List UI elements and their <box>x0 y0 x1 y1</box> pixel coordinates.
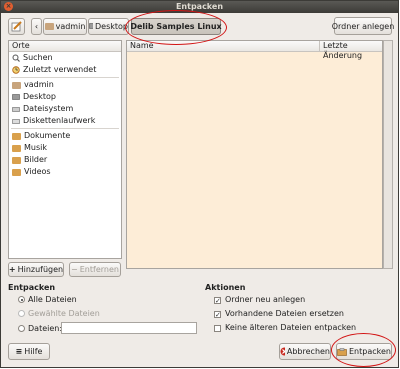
checkbox-overwrite-label[interactable]: Vorhandene Dateien ersetzen <box>225 309 344 318</box>
radio-selected-files-label[interactable]: Gewählte Dateien <box>28 309 100 318</box>
checkbox-create-folders-label[interactable]: Ordner neu anlegen <box>225 295 305 304</box>
breadcrumb-desktop[interactable]: Desktop <box>88 18 129 35</box>
extract-section-title: Entpacken <box>8 283 56 292</box>
radio-all-files[interactable] <box>18 296 25 303</box>
places-sidebar: Orte Suchen Zuletzt verwendet vadmin Des… <box>8 40 122 259</box>
breadcrumb-vadmin[interactable]: vadmin <box>43 18 87 35</box>
radio-all-files-label[interactable]: Alle Dateien <box>28 295 77 304</box>
folder-icon <box>12 144 21 152</box>
place-item-documents[interactable]: Dokumente <box>9 130 121 142</box>
desktop-icon <box>12 93 20 100</box>
column-last-modified[interactable]: Letzte Änderung <box>320 41 382 60</box>
actions-section-title: Aktionen <box>205 283 246 292</box>
window-title: Entpacken <box>175 2 224 11</box>
help-icon: ≡ <box>15 347 23 356</box>
recent-icon <box>12 66 20 74</box>
separator <box>11 77 119 78</box>
cancel-button[interactable]: Abbrechen <box>279 343 331 360</box>
place-item-search[interactable]: Suchen <box>9 52 121 64</box>
desktop-icon <box>89 23 93 29</box>
place-item-desktop[interactable]: Desktop <box>9 91 121 103</box>
title-bar: × Entpacken <box>1 1 398 13</box>
help-button[interactable]: ≡ Hilfe <box>8 343 50 360</box>
file-list-header: Name Letzte Änderung <box>127 41 382 60</box>
folder-icon <box>12 156 21 164</box>
remove-place-button[interactable]: − Entfernen <box>69 262 121 277</box>
breadcrumb-current-folder[interactable]: Delib Samples Linux <box>130 18 222 35</box>
radio-files[interactable] <box>18 325 25 332</box>
place-item-vadmin[interactable]: vadmin <box>9 79 121 91</box>
drive-icon <box>12 106 20 112</box>
search-icon <box>12 54 20 62</box>
place-item-music[interactable]: Musik <box>9 142 121 154</box>
place-item-filesystem[interactable]: Dateisystem <box>9 103 121 115</box>
minus-icon: − <box>71 265 78 274</box>
checkbox-no-older[interactable] <box>214 325 221 332</box>
place-item-recent[interactable]: Zuletzt verwendet <box>9 64 121 76</box>
checkbox-no-older-label[interactable]: Keine älteren Dateien entpacken <box>225 323 356 332</box>
cancel-icon <box>280 347 285 356</box>
extract-archive-icon <box>337 347 347 356</box>
place-item-videos[interactable]: Videos <box>9 166 121 178</box>
extract-button[interactable]: Entpacken <box>336 343 392 360</box>
plus-icon: + <box>8 265 16 274</box>
folder-icon <box>12 132 21 140</box>
home-folder-icon <box>12 81 21 89</box>
add-place-button[interactable]: + Hinzufügen <box>8 262 64 277</box>
column-name[interactable]: Name <box>127 41 320 51</box>
close-icon[interactable]: × <box>4 2 13 11</box>
edit-location-button[interactable] <box>8 18 25 35</box>
radio-selected-files[interactable] <box>18 310 25 317</box>
folder-icon <box>12 168 21 176</box>
radio-files-label[interactable]: Dateien: <box>28 324 62 333</box>
checkbox-overwrite[interactable]: ✓ <box>214 311 221 319</box>
place-item-pictures[interactable]: Bilder <box>9 154 121 166</box>
file-list-scrollbar[interactable] <box>383 40 393 269</box>
files-pattern-input[interactable] <box>61 322 197 334</box>
extract-dialog: × Entpacken ‹ vadmin Desktop Delib Sampl… <box>0 0 399 368</box>
place-item-floppy[interactable]: Diskettenlaufwerk <box>9 115 121 127</box>
breadcrumb-back-button[interactable]: ‹ <box>31 18 42 35</box>
create-folder-button[interactable]: Ordner anlegen <box>332 17 394 35</box>
checkbox-create-folders[interactable]: ✓ <box>214 297 221 305</box>
places-header[interactable]: Orte <box>9 41 121 52</box>
file-list[interactable]: Name Letzte Änderung <box>126 40 383 269</box>
floppy-icon <box>12 118 20 124</box>
separator <box>11 128 119 129</box>
edit-pencil-icon <box>11 21 22 32</box>
home-folder-icon <box>44 23 54 30</box>
